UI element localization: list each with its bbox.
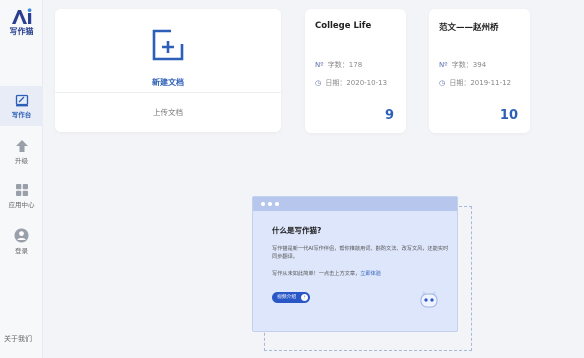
sidebar-item-writing-desk[interactable]: 写作台 [0, 86, 43, 126]
document-card[interactable]: 范文——赵州桥 Nº 字数：394 ◷ 日期：2019-11-12 10 [429, 9, 530, 133]
clock-icon: ◷ [439, 79, 446, 87]
upload-document-button[interactable]: 上传文档 [55, 107, 281, 118]
try-now-link[interactable]: 立即体验 [360, 271, 381, 277]
about-us-link[interactable]: 关于我们 [4, 334, 32, 344]
arrow-right-icon: › [301, 294, 308, 301]
sidebar-item-label: 应用中心 [8, 201, 35, 209]
sidebar-item-login[interactable]: 登录 [0, 222, 43, 262]
word-count: Nº 字数：394 [439, 60, 486, 70]
new-document-icon [152, 29, 184, 61]
upgrade-arrow-icon [15, 140, 28, 152]
help-panel: 什么是写作猫? 写作猫是新一代AI写作伴侣，帮你推敲用词、斟酌文法、改写文风，还… [252, 196, 458, 332]
video-intro-button[interactable]: 视频介绍 › [272, 292, 310, 303]
date-value: 2020-10-13 [346, 79, 388, 87]
window-dot [275, 202, 279, 206]
document-title: College Life [315, 21, 372, 31]
help-panel-hint: 写作从未如此简单！一点击上方文章，立即体验 [272, 270, 452, 277]
user-avatar-icon [14, 228, 29, 243]
word-count-value: 394 [472, 61, 487, 69]
logo-icon [11, 8, 31, 24]
document-date: ◷ 日期：2019-11-12 [439, 78, 511, 88]
help-panel-titlebar [253, 197, 457, 211]
window-dot [268, 202, 272, 206]
app-logo[interactable]: 写作猫 [0, 8, 43, 37]
word-count-label: 字数： [451, 61, 473, 69]
hint-text: 写作从未如此简单！一点击上方文章， [272, 271, 361, 277]
document-title: 范文——赵州桥 [439, 23, 499, 33]
document-count: 9 [384, 108, 394, 123]
help-panel-title: 什么是写作猫? [272, 226, 322, 235]
word-count: Nº 字数：178 [315, 60, 362, 70]
word-count-label: 字数： [327, 61, 349, 69]
new-document-button[interactable]: 新建文档 [55, 9, 281, 93]
window-dot [261, 202, 265, 206]
clock-icon: ◷ [315, 79, 322, 87]
date-value: 2019-11-12 [470, 79, 512, 87]
date-label: 日期： [449, 79, 471, 87]
document-date: ◷ 日期：2020-10-13 [315, 78, 387, 88]
apps-grid-icon [15, 184, 28, 196]
sidebar-item-upgrade[interactable]: 升级 [0, 132, 43, 172]
sidebar-item-label: 写作台 [11, 111, 32, 119]
document-count: 10 [499, 108, 518, 123]
new-document-card: 新建文档 上传文档 [55, 9, 281, 132]
date-label: 日期： [325, 79, 347, 87]
sidebar-item-app-center[interactable]: 应用中心 [0, 176, 43, 216]
word-count-value: 178 [348, 61, 363, 69]
sidebar-item-label: 升级 [15, 157, 28, 165]
cat-bot-icon [420, 291, 438, 308]
video-intro-label: 视频介绍 [277, 295, 297, 300]
app-name: 写作猫 [9, 26, 34, 36]
document-card[interactable]: College Life Nº 字数：178 ◷ 日期：2020-10-13 9 [305, 9, 406, 133]
word-count-icon: Nº [315, 61, 324, 69]
sidebar: 写作猫 写作台 升级 应用中心 登录 关于我们 [0, 0, 43, 358]
help-panel-description: 写作猫是新一代AI写作伴侣，帮你推敲用词、斟酌文法、改写文风，还能实时同步翻译。 [272, 246, 449, 260]
word-count-icon: Nº [439, 61, 448, 69]
sidebar-item-label: 登录 [15, 247, 28, 255]
new-document-label: 新建文档 [152, 78, 184, 87]
writing-desk-icon [15, 94, 28, 107]
